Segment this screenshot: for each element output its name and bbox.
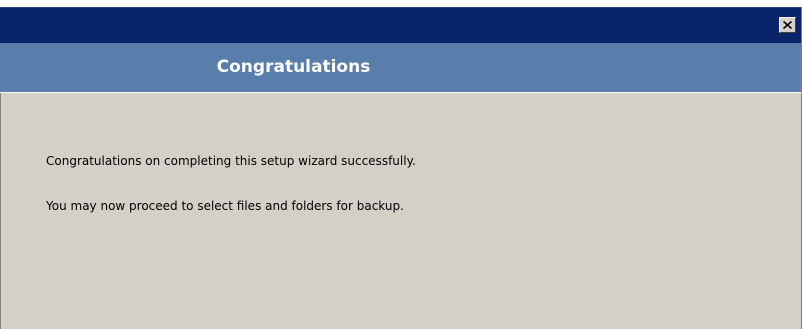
wizard-window: Congratulations Congratulations on compl… xyxy=(0,7,802,329)
wizard-header: Congratulations xyxy=(0,43,801,93)
wizard-content: Congratulations on completing this setup… xyxy=(0,93,801,329)
completion-message: Congratulations on completing this setup… xyxy=(46,154,416,168)
header-title: Congratulations xyxy=(216,57,371,77)
close-icon xyxy=(783,21,792,29)
next-step-message: You may now proceed to select files and … xyxy=(46,199,404,213)
title-bar[interactable] xyxy=(0,7,801,43)
close-button[interactable] xyxy=(779,17,796,33)
